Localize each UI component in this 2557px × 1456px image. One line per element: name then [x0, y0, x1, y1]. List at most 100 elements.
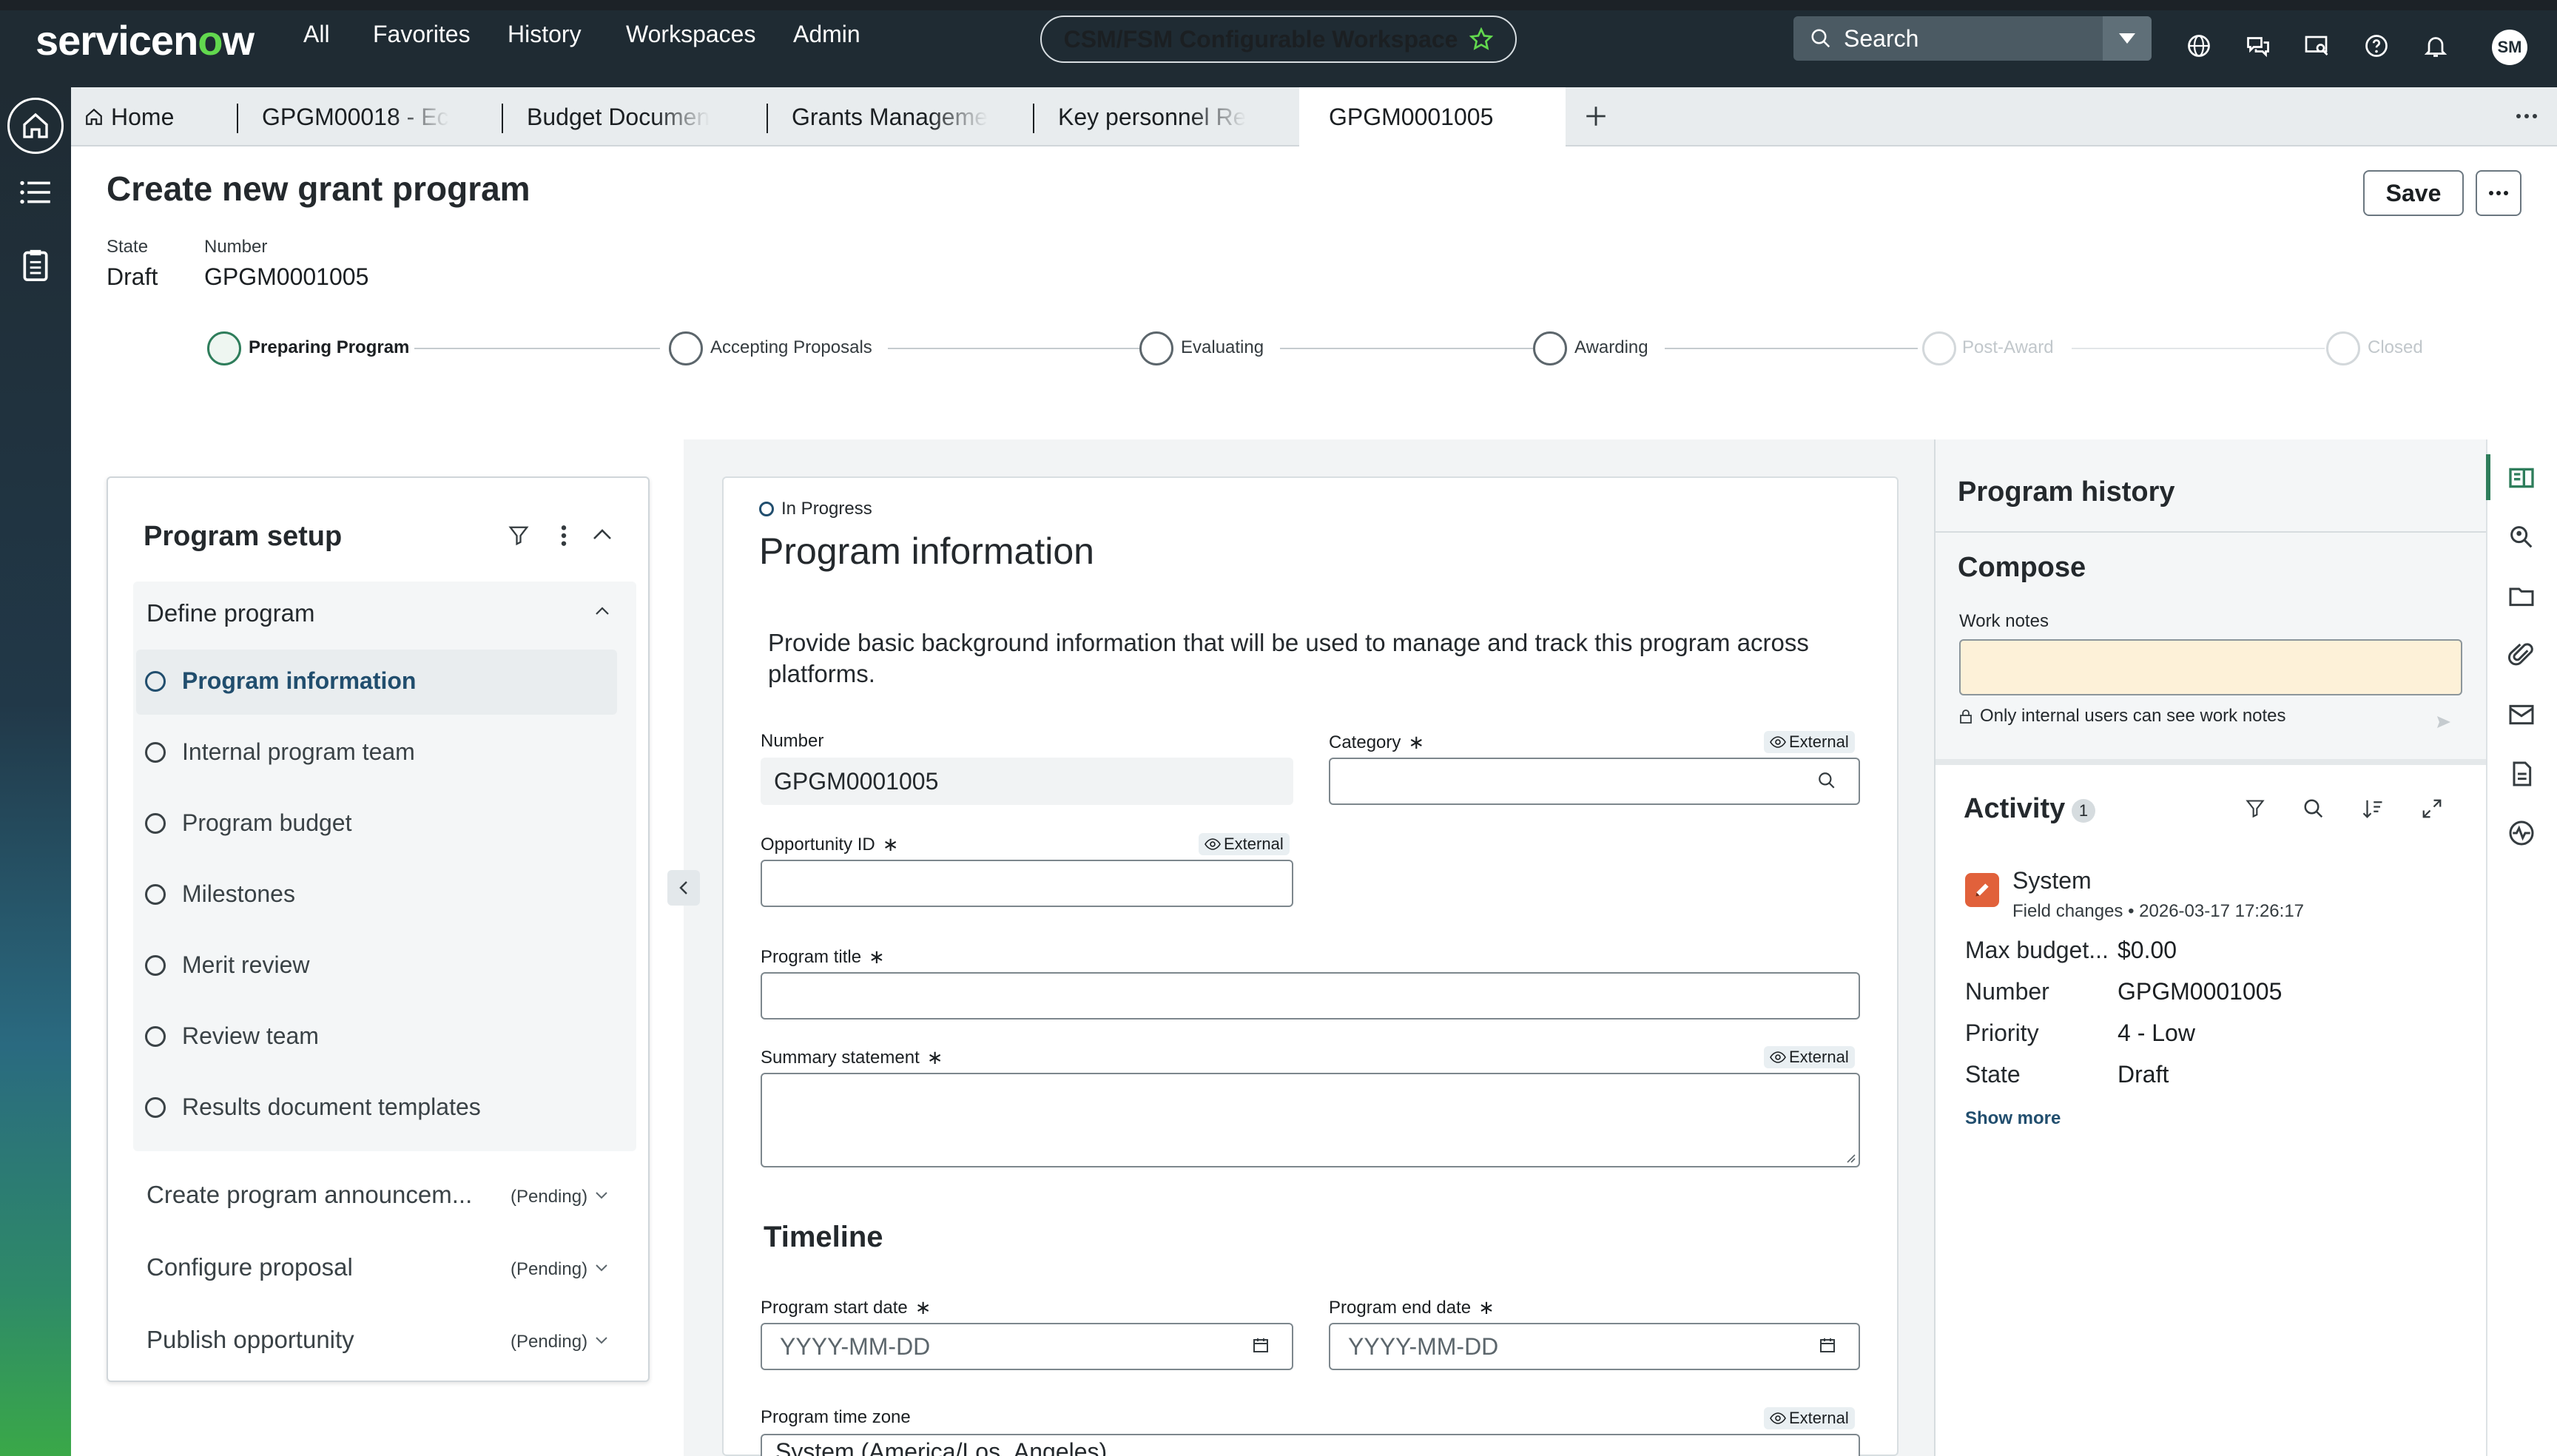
stage-circle[interactable]: [669, 331, 703, 365]
stage-circle[interactable]: [1533, 331, 1567, 365]
pending-step-label[interactable]: Create program announcem...: [146, 1181, 472, 1209]
calendar-icon[interactable]: [1252, 1336, 1270, 1354]
opportunity-id-input[interactable]: [761, 860, 1293, 907]
add-tab-icon[interactable]: [1583, 104, 1608, 129]
send-icon[interactable]: [2436, 715, 2452, 729]
stage-circle-current[interactable]: [207, 331, 241, 365]
workspace-name: CSM/FSM Configurable Workspace: [1063, 25, 1458, 53]
filter-icon[interactable]: [508, 524, 530, 547]
radio-icon: [145, 1096, 166, 1118]
search-scope-dropdown[interactable]: [2103, 16, 2152, 61]
field-value: Draft: [2118, 1061, 2169, 1088]
search-icon[interactable]: [2302, 798, 2325, 820]
tab-gpgm0001005-active[interactable]: GPGM0001005: [1299, 87, 1566, 146]
home-icon[interactable]: [7, 98, 64, 154]
search-input[interactable]: Search: [1793, 16, 2152, 61]
activity-title: Activity: [1964, 793, 2066, 824]
required-icon: ∗: [1478, 1296, 1495, 1318]
clipboard-icon[interactable]: [21, 249, 50, 281]
setup-item-results-templates[interactable]: Results document templates: [145, 1093, 481, 1121]
item-label: Results document templates: [182, 1093, 481, 1120]
nav-workspaces[interactable]: Workspaces: [626, 21, 755, 48]
user-avatar[interactable]: SM: [2492, 30, 2527, 65]
search-people-icon[interactable]: [2507, 522, 2536, 552]
ellipsis-icon: [2489, 191, 2508, 195]
show-more-link[interactable]: Show more: [1965, 1108, 2061, 1129]
list-icon[interactable]: [19, 179, 52, 206]
stage-circle-disabled: [2326, 331, 2360, 365]
document-icon[interactable]: [2507, 759, 2536, 789]
pulse-icon[interactable]: [2507, 818, 2536, 848]
nav-history[interactable]: History: [508, 21, 582, 48]
more-actions-button[interactable]: [2476, 170, 2521, 216]
page-title: Create new grant program: [107, 169, 530, 208]
radio-icon: [145, 1025, 166, 1047]
form-intro: Provide basic background information tha…: [768, 629, 1809, 687]
activity-meta: Field changes • 2026-03-17 17:26:17: [2012, 901, 2305, 921]
folder-icon[interactable]: [2507, 582, 2536, 611]
setup-item-review-team[interactable]: Review team: [145, 1022, 319, 1050]
resize-handle-icon[interactable]: [1845, 1153, 1856, 1163]
summary-statement-textarea[interactable]: [761, 1073, 1860, 1167]
history-panel-icon[interactable]: [2507, 463, 2536, 493]
chevron-up-icon[interactable]: [592, 527, 613, 542]
workspace-pill[interactable]: CSM/FSM Configurable Workspace: [1040, 16, 1517, 63]
setup-item-merit-review[interactable]: Merit review: [145, 951, 309, 979]
mail-image-icon[interactable]: [2507, 700, 2536, 729]
work-notes-input[interactable]: [1959, 639, 2462, 695]
filter-icon[interactable]: [2245, 798, 2265, 820]
edit-pencil-icon: [1965, 873, 1999, 907]
stage-connector: [2072, 348, 2325, 349]
tab-label: Budget Documen: [527, 103, 710, 130]
help-icon[interactable]: [2363, 33, 2390, 59]
start-date-input[interactable]: YYYY-MM-DD: [761, 1323, 1293, 1370]
setup-item-internal-team[interactable]: Internal program team: [145, 738, 415, 766]
pending-status: (Pending): [511, 1332, 588, 1352]
chevron-down-icon[interactable]: [595, 1336, 608, 1345]
chevron-down-icon[interactable]: [595, 1191, 608, 1200]
stage-circle-disabled: [1922, 331, 1956, 365]
define-program-header[interactable]: Define program: [146, 599, 314, 627]
save-button[interactable]: Save: [2363, 170, 2464, 216]
setup-item-program-information[interactable]: Program information: [145, 667, 416, 695]
sort-icon[interactable]: [2362, 798, 2384, 820]
time-zone-select[interactable]: System (America/Los_Angeles): [761, 1434, 1860, 1456]
search-icon[interactable]: [1817, 771, 1836, 790]
chat-icon[interactable]: [2245, 33, 2271, 59]
setup-item-milestones[interactable]: Milestones: [145, 880, 295, 908]
calendar-icon[interactable]: [1819, 1336, 1836, 1354]
tab-budget-document[interactable]: Budget Documen: [502, 87, 768, 146]
more-tabs-icon[interactable]: [2516, 111, 2538, 121]
setup-item-program-budget[interactable]: Program budget: [145, 809, 351, 837]
servicenow-logo[interactable]: servicenow: [36, 16, 255, 64]
kebab-menu-icon[interactable]: [559, 524, 568, 547]
screen-search-icon[interactable]: [2304, 33, 2331, 59]
tab-label: GPGM00018 - Ec: [262, 103, 449, 130]
stage-circle[interactable]: [1139, 331, 1173, 365]
pending-step-label[interactable]: Publish opportunity: [146, 1326, 354, 1354]
pending-step-label[interactable]: Configure proposal: [146, 1253, 353, 1281]
chevron-up-icon[interactable]: [595, 605, 610, 616]
caret-down-icon: [2119, 33, 2135, 44]
nav-favorites[interactable]: Favorites: [373, 21, 471, 48]
end-date-input[interactable]: YYYY-MM-DD: [1329, 1323, 1860, 1370]
star-icon[interactable]: [1469, 27, 1494, 51]
required-icon: ∗: [1408, 731, 1425, 753]
chevron-down-icon[interactable]: [595, 1264, 608, 1273]
nav-admin[interactable]: Admin: [793, 21, 860, 48]
category-input[interactable]: [1329, 758, 1860, 805]
program-title-input[interactable]: [761, 972, 1860, 1019]
collapse-panel-button[interactable]: [667, 870, 700, 906]
tab-gpgm00018[interactable]: GPGM00018 - Ec: [237, 87, 503, 146]
globe-icon[interactable]: [2186, 33, 2212, 59]
tab-home[interactable]: Home: [71, 87, 234, 146]
tab-key-personnel[interactable]: Key personnel Re: [1033, 87, 1299, 146]
stage-label: Accepting Proposals: [710, 337, 872, 357]
external-badge: External: [1764, 731, 1855, 753]
nav-all[interactable]: All: [303, 21, 330, 48]
attachment-icon[interactable]: [2507, 641, 2536, 670]
expand-icon[interactable]: [2421, 798, 2443, 820]
bell-icon[interactable]: [2422, 33, 2449, 59]
field-name: Priority: [1965, 1019, 2039, 1046]
tab-grants-management[interactable]: Grants Manageme: [767, 87, 1033, 146]
